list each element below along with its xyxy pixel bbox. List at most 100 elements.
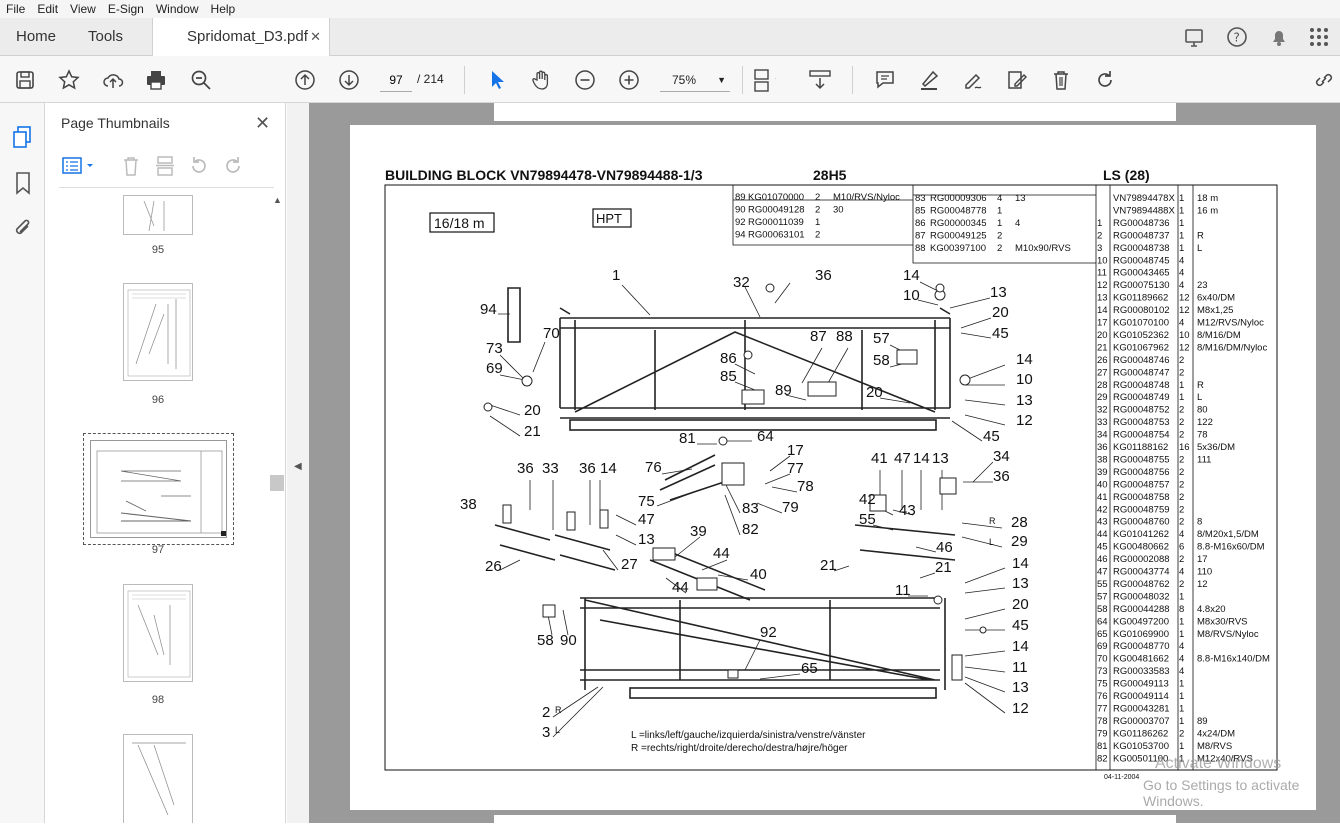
legend-right: R =rechts/right/droite/derecho/destra/hø…: [631, 743, 848, 754]
callout-20: 20: [1012, 596, 1029, 613]
table-b-cell: 87: [915, 231, 926, 242]
callout-13: 13: [638, 531, 655, 548]
parts-table-cell: RG00048748: [1113, 380, 1170, 391]
parts-table-cell: 1: [1179, 193, 1184, 204]
parts-table-cell: 2: [1179, 367, 1184, 378]
table-a-cell: RG00011039: [748, 217, 804, 228]
callout-90: 90: [560, 632, 577, 649]
callout-70: 70: [543, 325, 560, 342]
parts-table-cell: KG00480662: [1113, 542, 1169, 553]
parts-table-cell: 23: [1197, 280, 1208, 291]
parts-table-cell: 1: [1179, 616, 1184, 627]
side-mark-l2: L: [989, 537, 994, 547]
callout-43: 43: [899, 502, 916, 519]
callout-58: 58: [873, 352, 890, 369]
table-b-cell: RG00049125: [930, 231, 987, 242]
parts-table-cell: 16: [1179, 442, 1190, 453]
callout-14: 14: [903, 267, 920, 284]
parts-table-cell: RG00048752: [1113, 405, 1170, 416]
parts-table-cell: VN79894488X: [1113, 205, 1175, 216]
parts-table-cell: 1: [1179, 741, 1184, 752]
activation-watermark-line1: Activate Windows: [1155, 755, 1282, 772]
parts-table-cell: RG00048738: [1113, 243, 1170, 254]
parts-table-cell: 12: [1179, 293, 1190, 304]
parts-table-cell: 1: [1179, 679, 1184, 690]
table-b-cell: M10x90/RVS: [1015, 243, 1071, 254]
parts-table-cell: 10: [1179, 330, 1190, 341]
parts-table-cell: 2: [1179, 355, 1184, 366]
side-mark-r2: R: [989, 516, 996, 526]
parts-table-cell: 12: [1197, 579, 1208, 590]
parts-table-cell: 2: [1179, 728, 1184, 739]
parts-list: VN79894478X 1 18 m VN79894488X 1 16 m 1 RG00048…: [1097, 193, 1270, 764]
parts-table-cell: 18 m: [1197, 193, 1218, 204]
parts-table-cell: 110: [1197, 567, 1212, 578]
callout-11: 11: [895, 582, 911, 599]
parts-table-cell: 89: [1197, 716, 1208, 727]
parts-table-cell: 11: [1097, 268, 1107, 279]
drawing-title: BUILDING BLOCK VN79894478-VN79894488-1/3: [385, 167, 703, 183]
parts-table-cell: RG00043281: [1113, 703, 1170, 714]
callout-12: 12: [1012, 700, 1029, 717]
callout-92: 92: [760, 624, 777, 641]
table-a-cell: KG01070000: [748, 192, 804, 203]
parts-table-cell: KG01053700: [1113, 741, 1169, 752]
side-mark-r: R: [555, 705, 562, 715]
parts-table-cell: RG00043465: [1113, 268, 1170, 279]
parts-table-cell: 1: [1179, 380, 1184, 391]
parts-table-cell: 8.8-M16x60/DM: [1197, 542, 1265, 553]
parts-table-cell: 4: [1179, 567, 1184, 578]
callout-13: 13: [1016, 392, 1033, 409]
parts-table-cell: 8: [1197, 517, 1202, 528]
parts-table-cell: 81: [1097, 741, 1108, 752]
parts-table-cell: RG00048737: [1113, 230, 1170, 241]
callout-20: 20: [992, 304, 1009, 321]
table-b-cell: RG00000345: [930, 218, 987, 229]
callout-78: 78: [797, 478, 814, 495]
parts-table-cell: 4: [1179, 666, 1184, 677]
callout-17: 17: [787, 442, 804, 459]
parts-table-cell: 1: [1179, 243, 1184, 254]
parts-table-cell: 4: [1179, 318, 1184, 329]
parts-table-cell: M12/RVS/Nyloc: [1197, 318, 1264, 329]
callout-45: 45: [992, 325, 1009, 342]
callout-13: 13: [1012, 679, 1029, 696]
parts-table-cell: 29: [1097, 392, 1108, 403]
callout-47: 47: [894, 450, 911, 467]
callout-14: 14: [1016, 351, 1033, 368]
callout-73: 73: [486, 340, 503, 357]
parts-table-cell: RG00048749: [1113, 392, 1170, 403]
callout-21: 21: [524, 423, 541, 440]
drawing-sheet: LS (28): [1103, 167, 1150, 183]
parts-table-cell: KG01069900: [1113, 629, 1169, 640]
parts-table-cell: 4.8x20: [1197, 604, 1226, 615]
parts-table-cell: RG00048758: [1113, 492, 1170, 503]
parts-table-cell: 1: [1179, 205, 1184, 216]
table-b-cell: RG00048778: [930, 206, 987, 217]
table-a-cell: 89: [735, 192, 746, 203]
parts-table-cell: 47: [1097, 567, 1108, 578]
parts-table-cell: 77: [1097, 703, 1108, 714]
parts-table-cell: 8/M20x1,5/DM: [1197, 529, 1259, 540]
table-b-cell: 85: [915, 206, 926, 217]
parts-table-cell: RG00049114: [1113, 691, 1169, 702]
parts-table-cell: 2: [1179, 430, 1184, 441]
table-b-cell: 1: [997, 206, 1002, 217]
parts-table-cell: 78: [1097, 716, 1108, 727]
callout-20: 20: [866, 384, 883, 401]
callout-88: 88: [836, 328, 853, 345]
callout-21: 21: [820, 557, 837, 574]
callout-13: 13: [990, 284, 1007, 301]
parts-table-cell: 55: [1097, 579, 1108, 590]
parts-table-cell: 58: [1097, 604, 1108, 615]
callout-85: 85: [720, 368, 737, 385]
callout-39: 39: [690, 523, 707, 540]
parts-table-cell: 44: [1097, 529, 1108, 540]
parts-table-cell: RG00044288: [1113, 604, 1170, 615]
table-a-cell: 2: [815, 205, 820, 216]
parts-table-cell: KG01188162: [1113, 442, 1168, 453]
parts-table-cell: RG00075130: [1113, 280, 1170, 291]
callout-45: 45: [983, 428, 1000, 445]
table-b-cell: 88: [915, 243, 926, 254]
parts-table-cell: 8/M16/DM: [1197, 330, 1241, 341]
